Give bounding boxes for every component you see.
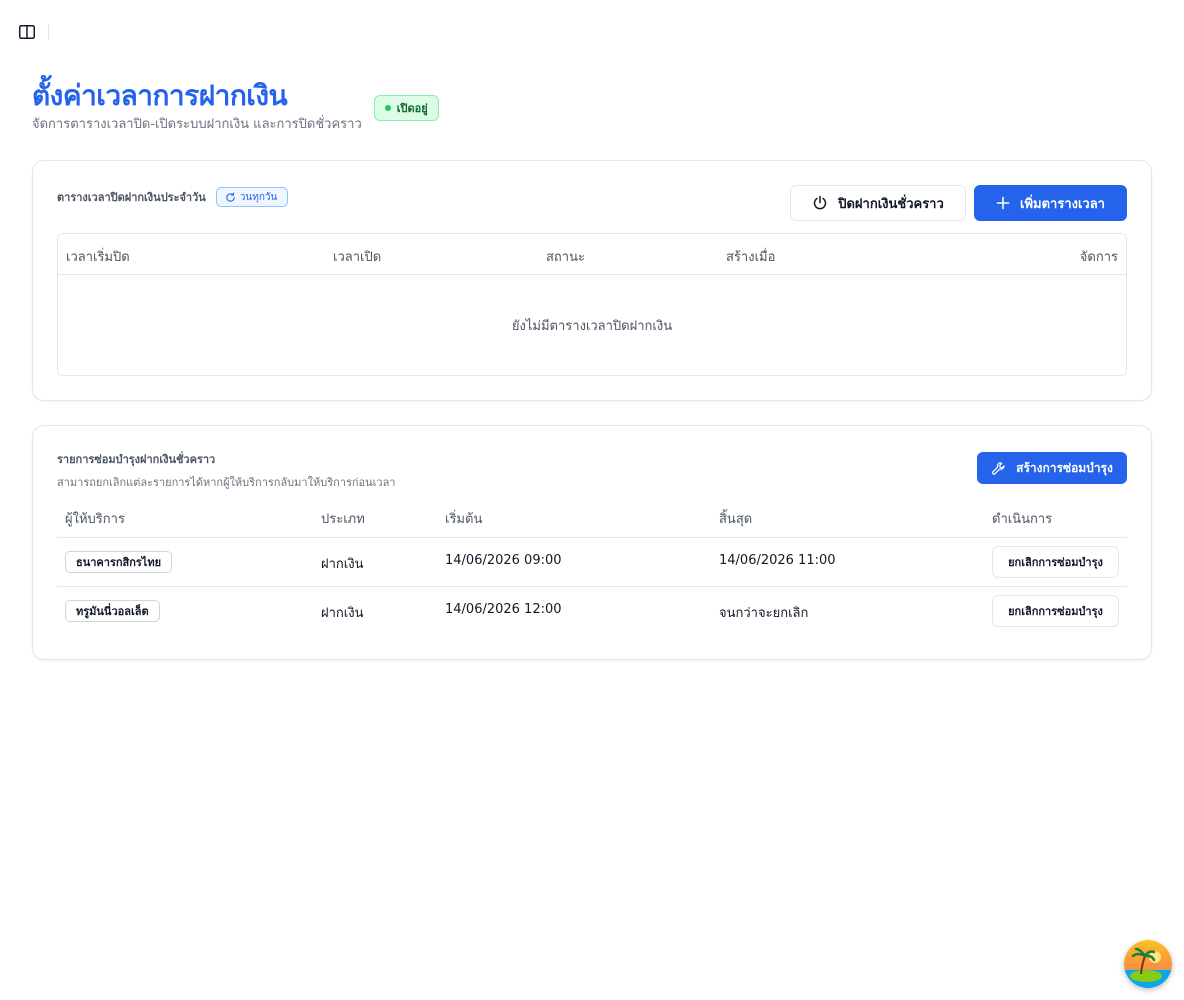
column-header-status: สถานะ (546, 250, 585, 265)
maintenance-title: รายการซ่อมบำรุงฝากเงินชั่วคราว (57, 453, 216, 466)
maintenance-table: ผู้ให้บริการ ประเภท เริ่มต้น สิ้นสุด ดำเ… (57, 500, 1127, 636)
schedule-card-header: ตารางเวลาปิดฝากเงินประจำวัน วนทุกวัน (57, 187, 289, 207)
pause-deposit-label: ปิดฝากเงินชั่วคราว (838, 196, 944, 212)
refresh-icon (226, 192, 235, 202)
schedule-empty-state: ยังไม่มีตารางเวลาปิดฝากเงิน (511, 318, 673, 334)
cancel-maintenance-button[interactable]: ยกเลิกการซ่อมบำรุง (992, 546, 1119, 578)
avatar-palm-icon (1124, 940, 1172, 988)
page-heading-block: ตั้งค่าเวลาการฝากเงิน จัดการตารางเวลาปิด… (32, 76, 362, 134)
table-row: ธนาคารกสิกรไทย ฝากเงิน 14/06/2026 09:00 … (57, 538, 1127, 587)
table-row: ทรูมันนี่วอลเล็ต ฝากเงิน 14/06/2026 12:0… (57, 587, 1127, 636)
column-header-type: ประเภท (321, 512, 365, 527)
page-subtitle: จัดการตารางเวลาปิด-เปิดระบบฝากเงิน และกา… (32, 117, 362, 132)
end-cell: 14/06/2026 11:00 (719, 553, 836, 568)
end-cell: จนกว่าจะยกเลิก (719, 606, 809, 621)
daily-badge-label: วนทุกวัน (239, 191, 278, 203)
start-cell: 14/06/2026 12:00 (445, 602, 562, 617)
column-header-open-time: เวลาเปิด (333, 250, 382, 265)
column-header-end: สิ้นสุด (719, 512, 753, 527)
create-maintenance-button[interactable]: สร้างการซ่อมบำรุง (977, 452, 1127, 484)
start-cell: 14/06/2026 09:00 (445, 553, 562, 568)
create-maintenance-label: สร้างการซ่อมบำรุง (1016, 460, 1113, 475)
maintenance-subtitle: สามารถยกเลิกแต่ละรายการได้หากผู้ให้บริกา… (57, 476, 396, 489)
schedule-table-header: เวลาเริ่มปิด เวลาเปิด สถานะ สร้างเมื่อ จ… (58, 234, 1126, 275)
schedule-card: ตารางเวลาปิดฝากเงินประจำวัน วนทุกวัน ปิด… (32, 160, 1152, 401)
column-header-start: เริ่มต้น (445, 512, 483, 527)
top-bar (0, 0, 1184, 64)
type-cell: ฝากเงิน (321, 557, 364, 572)
status-badge: เปิดอยู่ (373, 95, 439, 121)
schedule-title: ตารางเวลาปิดฝากเงินประจำวัน (57, 191, 206, 204)
cancel-maintenance-button[interactable]: ยกเลิกการซ่อมบำรุง (992, 595, 1119, 627)
provider-chip: ธนาคารกสิกรไทย (65, 551, 173, 573)
pause-deposit-button[interactable]: ปิดฝากเงินชั่วคราว (790, 185, 966, 221)
maintenance-card-header: รายการซ่อมบำรุงฝากเงินชั่วคราว สามารถยกเ… (57, 450, 396, 491)
maintenance-table-header: ผู้ให้บริการ ประเภท เริ่มต้น สิ้นสุด ดำเ… (57, 500, 1127, 538)
add-schedule-label: เพิ่มตารางเวลา (1020, 196, 1105, 212)
daily-badge: วนทุกวัน (215, 187, 289, 207)
avatar[interactable] (1124, 940, 1172, 988)
column-header-provider: ผู้ให้บริการ (65, 512, 125, 527)
schedule-table: เวลาเริ่มปิด เวลาเปิด สถานะ สร้างเมื่อ จ… (57, 233, 1127, 376)
column-header-created: สร้างเมื่อ (726, 250, 776, 265)
type-cell: ฝากเงิน (321, 606, 364, 621)
maintenance-card: รายการซ่อมบำรุงฝากเงินชั่วคราว สามารถยกเ… (32, 425, 1152, 660)
page-header: ตั้งค่าเวลาการฝากเงิน จัดการตารางเวลาปิด… (32, 76, 439, 134)
wrench-icon (992, 461, 1005, 475)
status-dot-icon (384, 105, 391, 111)
topbar-divider (48, 24, 49, 40)
page-title: ตั้งค่าเวลาการฝากเงิน (32, 79, 288, 112)
plus-icon (996, 196, 1010, 210)
sidebar-toggle-button[interactable] (18, 23, 36, 41)
column-header-close-time: เวลาเริ่มปิด (66, 250, 130, 265)
status-badge-label: เปิดอยู่ (396, 102, 428, 115)
power-icon (813, 195, 827, 210)
column-header-action: ดำเนินการ (992, 512, 1053, 527)
provider-chip: ทรูมันนี่วอลเล็ต (65, 600, 160, 622)
sidebar-toggle-icon (19, 25, 35, 39)
add-schedule-button[interactable]: เพิ่มตารางเวลา (974, 185, 1127, 221)
column-header-manage: จัดการ (1079, 250, 1118, 265)
